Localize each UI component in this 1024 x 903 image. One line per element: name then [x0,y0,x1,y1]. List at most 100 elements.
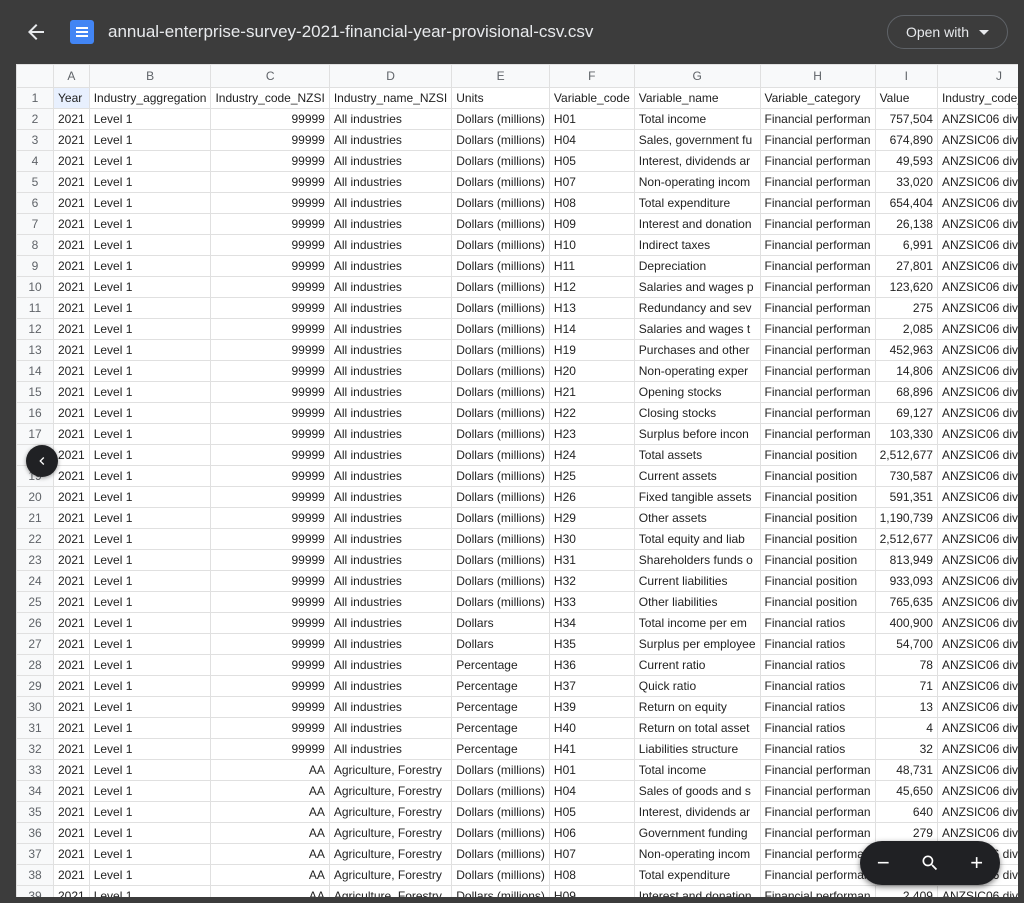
cell[interactable]: 2021 [54,613,90,634]
cell[interactable]: 2021 [54,781,90,802]
cell[interactable]: Level 1 [89,781,211,802]
cell[interactable]: Financial performan [760,319,875,340]
cell[interactable]: H21 [549,382,634,403]
row-header[interactable]: 26 [17,613,54,634]
cell[interactable]: Dollars (millions) [452,214,550,235]
cell[interactable]: Agriculture, Forestry [329,802,451,823]
cell[interactable]: H39 [549,697,634,718]
cell[interactable]: Level 1 [89,109,211,130]
cell[interactable]: 99999 [211,172,329,193]
cell[interactable]: Variable_category [760,88,875,109]
cell[interactable]: 2021 [54,277,90,298]
cell[interactable]: 1,190,739 [875,508,937,529]
column-header[interactable]: I [875,65,937,88]
cell[interactable]: Dollars (millions) [452,193,550,214]
cell[interactable]: H08 [549,193,634,214]
zoom-reset-button[interactable] [912,845,948,881]
cell[interactable]: Percentage [452,718,550,739]
cell[interactable]: 2021 [54,844,90,865]
cell[interactable]: Dollars (millions) [452,424,550,445]
column-header[interactable]: A [54,65,90,88]
cell[interactable]: Dollars (millions) [452,781,550,802]
cell[interactable]: 69,127 [875,403,937,424]
cell[interactable]: Agriculture, Forestry [329,865,451,886]
cell[interactable]: Industry_name_NZSI [329,88,451,109]
cell[interactable]: 99999 [211,571,329,592]
row-header[interactable]: 29 [17,676,54,697]
cell[interactable]: Total income per em [634,613,760,634]
cell[interactable]: Current ratio [634,655,760,676]
cell[interactable]: AA [211,844,329,865]
cell[interactable]: 99999 [211,214,329,235]
spreadsheet-viewport[interactable]: ABCDEFGHIJ1YearIndustry_aggregationIndus… [16,64,1018,897]
cell[interactable]: Other liabilities [634,592,760,613]
cell[interactable]: Agriculture, Forestry [329,886,451,898]
cell[interactable]: All industries [329,655,451,676]
cell[interactable]: Shareholders funds o [634,550,760,571]
cell[interactable]: ANZSIC06 divisions . [937,340,1018,361]
cell[interactable]: ANZSIC06 divisions . [937,655,1018,676]
cell[interactable]: Redundancy and sev [634,298,760,319]
column-header[interactable]: G [634,65,760,88]
cell[interactable]: 2021 [54,487,90,508]
cell[interactable]: Return on total asset [634,718,760,739]
row-header[interactable]: 36 [17,823,54,844]
cell[interactable]: Level 1 [89,718,211,739]
cell[interactable]: Level 1 [89,319,211,340]
cell[interactable]: Dollars (millions) [452,445,550,466]
cell[interactable]: Opening stocks [634,382,760,403]
cell[interactable]: 2021 [54,529,90,550]
cell[interactable]: Non-operating incom [634,172,760,193]
collapse-sidebar-button[interactable] [26,445,58,477]
cell[interactable]: All industries [329,550,451,571]
cell[interactable]: 2021 [54,361,90,382]
cell[interactable]: Level 1 [89,130,211,151]
cell[interactable]: 2021 [54,760,90,781]
cell[interactable]: 654,404 [875,193,937,214]
cell[interactable]: Financial performan [760,193,875,214]
cell[interactable]: 54,700 [875,634,937,655]
cell[interactable]: 99999 [211,655,329,676]
cell[interactable]: 99999 [211,382,329,403]
cell[interactable]: H11 [549,256,634,277]
cell[interactable]: Dollars (millions) [452,487,550,508]
cell[interactable]: Dollars [452,634,550,655]
cell[interactable]: ANZSIC06 divisions . [937,571,1018,592]
cell[interactable]: Dollars (millions) [452,802,550,823]
cell[interactable]: 99999 [211,550,329,571]
cell[interactable]: H34 [549,613,634,634]
cell[interactable]: 2021 [54,718,90,739]
cell[interactable]: Purchases and other [634,340,760,361]
cell[interactable]: Return on equity [634,697,760,718]
row-header[interactable]: 31 [17,718,54,739]
cell[interactable]: ANZSIC06 division A [937,802,1018,823]
cell[interactable]: Level 1 [89,844,211,865]
cell[interactable]: H05 [549,151,634,172]
cell[interactable]: 68,896 [875,382,937,403]
cell[interactable]: Surplus before incon [634,424,760,445]
cell[interactable]: Financial position [760,445,875,466]
cell[interactable]: 99999 [211,445,329,466]
column-header[interactable]: D [329,65,451,88]
cell[interactable]: Level 1 [89,592,211,613]
cell[interactable]: Dollars (millions) [452,151,550,172]
cell[interactable]: Financial performan [760,760,875,781]
cell[interactable]: All industries [329,298,451,319]
cell[interactable]: Total assets [634,445,760,466]
cell[interactable]: Financial position [760,571,875,592]
cell[interactable]: 99999 [211,109,329,130]
cell[interactable]: Agriculture, Forestry [329,823,451,844]
cell[interactable]: All industries [329,634,451,655]
cell[interactable]: Level 1 [89,571,211,592]
cell[interactable]: H09 [549,886,634,898]
cell[interactable]: Interest, dividends ar [634,802,760,823]
cell[interactable]: H19 [549,340,634,361]
cell[interactable]: Surplus per employee [634,634,760,655]
cell[interactable]: All industries [329,739,451,760]
cell[interactable]: H25 [549,466,634,487]
cell[interactable]: H12 [549,277,634,298]
cell[interactable]: Financial performan [760,256,875,277]
cell[interactable]: ANZSIC06 divisions . [937,172,1018,193]
cell[interactable]: ANZSIC06 divisions . [937,739,1018,760]
cell[interactable]: 2021 [54,256,90,277]
